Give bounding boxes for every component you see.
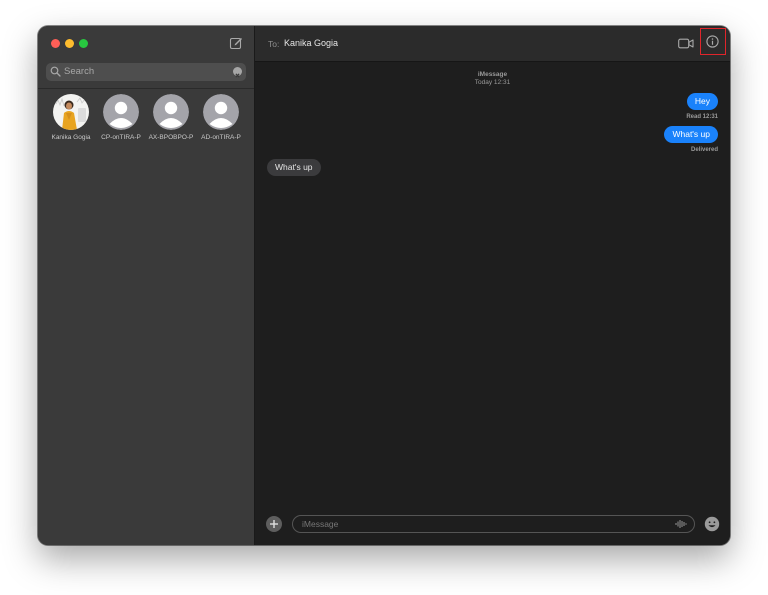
outgoing-message[interactable]: Hey: [686, 93, 718, 110]
info-button[interactable]: [700, 28, 726, 55]
compose-button[interactable]: [229, 36, 243, 50]
pinned-conversation[interactable]: CP-onTIRA-P: [96, 94, 146, 144]
pinned-conversation[interactable]: AX-BPOBPO-P: [146, 94, 196, 144]
sidebar: Kanika Gogia CP-onTIRA-P AX-BPOBPO-P: [38, 26, 255, 545]
pinned-contact-name: AD-onTIRA-P: [201, 134, 241, 141]
message-input[interactable]: [302, 519, 652, 529]
to-label: To:: [268, 39, 280, 49]
audio-waveform-icon[interactable]: [675, 519, 687, 529]
sidebar-divider: [38, 88, 254, 89]
plus-icon: [270, 520, 278, 528]
service-label: iMessage: [477, 71, 508, 78]
emoji-button[interactable]: [704, 516, 720, 532]
recipient-name[interactable]: Kanika Gogia: [284, 38, 338, 48]
messages-window: Kanika Gogia CP-onTIRA-P AX-BPOBPO-P: [38, 26, 730, 545]
minimize-window-button[interactable]: [65, 39, 74, 48]
contact-photo: [53, 94, 89, 130]
delivery-status: Delivered: [690, 147, 718, 153]
conversation-timestamp: Today 12:31: [474, 79, 511, 86]
compose-icon: [229, 37, 242, 50]
conversation-header: To: Kanika Gogia: [255, 26, 730, 62]
person-icon: [203, 94, 239, 130]
search-input[interactable]: [64, 66, 224, 77]
person-icon: [103, 94, 139, 130]
apps-button[interactable]: [266, 516, 282, 532]
conversation-pane: To: Kanika Gogia iMessage Today 12:31 He…: [255, 26, 730, 545]
pinned-conversation[interactable]: Kanika Gogia: [46, 94, 96, 144]
incoming-message[interactable]: What's up: [267, 159, 321, 176]
clear-icon: [235, 73, 240, 78]
read-receipt: Read 12:31: [686, 114, 718, 120]
message-field[interactable]: [292, 515, 695, 533]
facetime-video-button[interactable]: [678, 37, 694, 50]
close-window-button[interactable]: [51, 39, 60, 48]
pinned-conversation[interactable]: AD-onTIRA-P: [196, 94, 246, 144]
clear-search-button[interactable]: [233, 67, 242, 78]
zoom-window-button[interactable]: [79, 39, 88, 48]
search-icon: [50, 66, 61, 77]
outgoing-message[interactable]: What's up: [664, 126, 718, 143]
search-field[interactable]: [46, 63, 246, 81]
emoji-icon: [704, 516, 720, 532]
person-icon: [153, 94, 189, 130]
info-icon: [706, 35, 719, 48]
video-camera-icon: [678, 38, 694, 49]
